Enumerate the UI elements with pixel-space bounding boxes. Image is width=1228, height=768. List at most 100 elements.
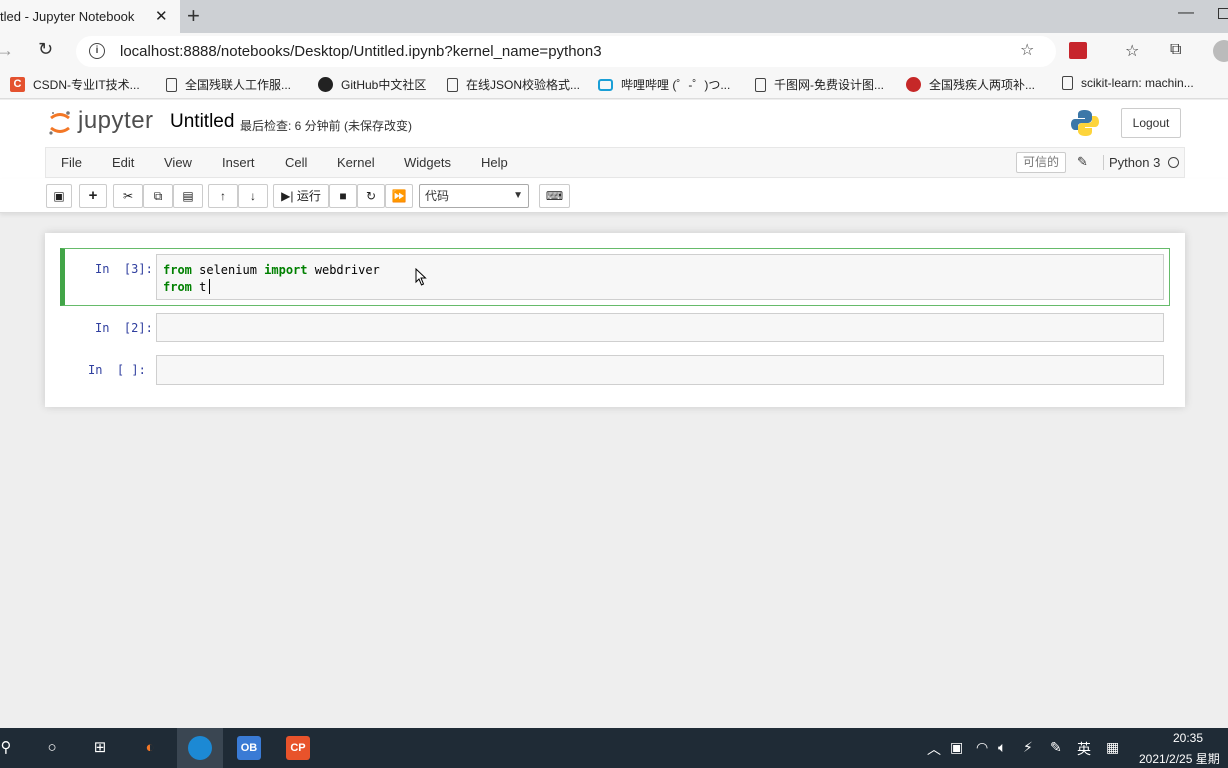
bookmark-csdn[interactable]: C CSDN-专业IT技术...: [10, 76, 140, 93]
save-icon[interactable]: ▣: [46, 184, 72, 208]
ime-indicator[interactable]: 英: [1077, 739, 1091, 759]
code-line: from selenium import webdriver: [163, 263, 380, 277]
bookmark-github[interactable]: GitHub中文社区: [318, 76, 426, 93]
insert-cell-icon[interactable]: +: [79, 184, 107, 208]
bookmark-label: 全国残联人工作服...: [185, 78, 292, 92]
bookmark-json[interactable]: 在线JSON校验格式...: [447, 76, 580, 93]
code-line: from t: [163, 280, 206, 294]
paste-icon[interactable]: ▤: [173, 184, 203, 208]
menu-widgets[interactable]: Widgets: [404, 155, 451, 170]
bookmark-disabled-federation[interactable]: 全国残联人工作服...: [166, 76, 291, 93]
url-input[interactable]: i localhost:8888/notebooks/Desktop/Untit…: [76, 36, 1056, 67]
cell-prompt: In [2]:: [95, 321, 153, 335]
bookmark-qiantu[interactable]: 千图网-免费设计图...: [755, 76, 884, 93]
new-tab-icon[interactable]: +: [187, 3, 200, 29]
code-text: t: [191, 280, 207, 294]
menu-cell[interactable]: Cell: [285, 155, 307, 170]
task-view-icon[interactable]: ⊞: [88, 736, 112, 760]
bookmark-label: CSDN-专业IT技术...: [33, 78, 140, 92]
jupyter-logo-text[interactable]: jupyter: [78, 107, 154, 135]
minimize-icon[interactable]: —: [1178, 4, 1194, 22]
ob-app-icon[interactable]: OB: [237, 736, 261, 760]
trusted-badge[interactable]: 可信的: [1016, 152, 1066, 173]
page-icon: [447, 77, 458, 92]
restart-icon[interactable]: ↻: [357, 184, 385, 208]
cp-app-icon[interactable]: CP: [286, 736, 310, 760]
bilibili-icon: [598, 78, 613, 91]
page-icon: [1062, 76, 1073, 90]
bookmark-label: 全国残疾人两项补...: [929, 78, 1036, 92]
reload-icon[interactable]: ↻: [38, 39, 53, 60]
python-logo-icon: [1071, 110, 1099, 136]
cell-prompt: In [ ]:: [88, 363, 146, 377]
chevron-down-icon: ▼: [513, 190, 523, 201]
menu-help[interactable]: Help: [481, 155, 508, 170]
info-icon[interactable]: i: [89, 43, 105, 59]
profile-avatar[interactable]: [1213, 40, 1228, 62]
text-cursor: [209, 279, 210, 294]
red-seal-icon: [906, 77, 921, 92]
close-icon[interactable]: ✕: [155, 7, 168, 25]
page-icon: [755, 77, 766, 92]
bookmark-sklearn[interactable]: scikit-learn: machin...: [1062, 76, 1194, 90]
github-icon: [318, 77, 333, 92]
code-keyword: from: [163, 263, 192, 277]
logout-button[interactable]: Logout: [1121, 108, 1181, 138]
bookmark-label: GitHub中文社区: [341, 78, 427, 92]
code-input[interactable]: [156, 313, 1164, 342]
maximize-icon[interactable]: [1218, 8, 1228, 19]
jupyter-logo-icon[interactable]: [48, 109, 72, 137]
bookmark-label: scikit-learn: machin...: [1081, 76, 1194, 90]
edit-pencil-icon[interactable]: ✎: [1077, 154, 1088, 170]
bookmark-label: 哔哩哔哩 (゜-゜)つ...: [621, 78, 731, 92]
csdn-icon: C: [10, 77, 25, 92]
fast-forward-icon[interactable]: ⏩: [385, 184, 413, 208]
volume-icon[interactable]: 🔈︎: [998, 739, 1006, 756]
menu-strip: [45, 147, 1185, 178]
back-arrow-icon[interactable]: →: [0, 40, 14, 61]
code-input[interactable]: [156, 355, 1164, 385]
extension-icon[interactable]: [1069, 42, 1087, 59]
browser-tab[interactable]: tled - Jupyter Notebook ✕: [0, 0, 180, 33]
browser-tab-bar: tled - Jupyter Notebook ✕ + —: [0, 0, 1228, 33]
menu-file[interactable]: File: [61, 155, 82, 170]
bookmark-bilibili[interactable]: 哔哩哔哩 (゜-゜)つ...: [598, 76, 730, 93]
move-down-icon[interactable]: ↓: [238, 184, 268, 208]
code-input[interactable]: [156, 254, 1164, 300]
run-button[interactable]: ▶︎| 运行: [273, 184, 329, 208]
ime-grid-icon[interactable]: ▦: [1106, 739, 1119, 756]
add-favorite-icon[interactable]: ☆: [1020, 40, 1034, 60]
jupyter-taskbar-icon[interactable]: ◐: [138, 736, 162, 760]
pen-icon[interactable]: ✎: [1050, 739, 1062, 756]
copy-icon[interactable]: ⧉: [143, 184, 173, 208]
stop-icon[interactable]: ■: [329, 184, 357, 208]
move-up-icon[interactable]: ↑: [208, 184, 238, 208]
menu-view[interactable]: View: [164, 155, 192, 170]
menu-insert[interactable]: Insert: [222, 155, 255, 170]
cell-type-value: 代码: [425, 189, 450, 203]
cortana-icon[interactable]: ○: [40, 736, 64, 760]
chevron-up-icon[interactable]: ︿: [927, 739, 941, 759]
bookmark-label: 千图网-免费设计图...: [774, 78, 884, 92]
clock-date[interactable]: 2021/2/25 星期: [1139, 750, 1220, 767]
bookmark-disabled-subsidy[interactable]: 全国残疾人两项补...: [906, 76, 1035, 93]
url-text: localhost:8888/notebooks/Desktop/Untitle…: [120, 43, 602, 60]
search-icon[interactable]: ⚲: [0, 736, 18, 760]
code-text: selenium: [191, 263, 265, 277]
wifi-icon[interactable]: ◠: [976, 739, 988, 756]
favorites-icon[interactable]: ☆: [1125, 41, 1139, 61]
network-warning-icon[interactable]: ▣: [950, 739, 963, 756]
cell-type-select[interactable]: 代码 ▼: [419, 184, 529, 208]
collections-icon[interactable]: ⧉: [1170, 41, 1181, 59]
notebook-name[interactable]: Untitled: [170, 111, 234, 133]
page-icon: [166, 77, 177, 92]
keyboard-layout-icon[interactable]: ⚡: [1023, 739, 1033, 756]
clock-time[interactable]: 20:35: [1173, 731, 1203, 745]
menu-edit[interactable]: Edit: [112, 155, 134, 170]
mouse-pointer-icon: [415, 268, 427, 286]
keyboard-icon[interactable]: ⌨: [539, 184, 570, 208]
menu-kernel[interactable]: Kernel: [337, 155, 375, 170]
kernel-name[interactable]: Python 3: [1103, 155, 1160, 170]
edge-icon[interactable]: [188, 736, 212, 760]
cut-icon[interactable]: ✂: [113, 184, 143, 208]
